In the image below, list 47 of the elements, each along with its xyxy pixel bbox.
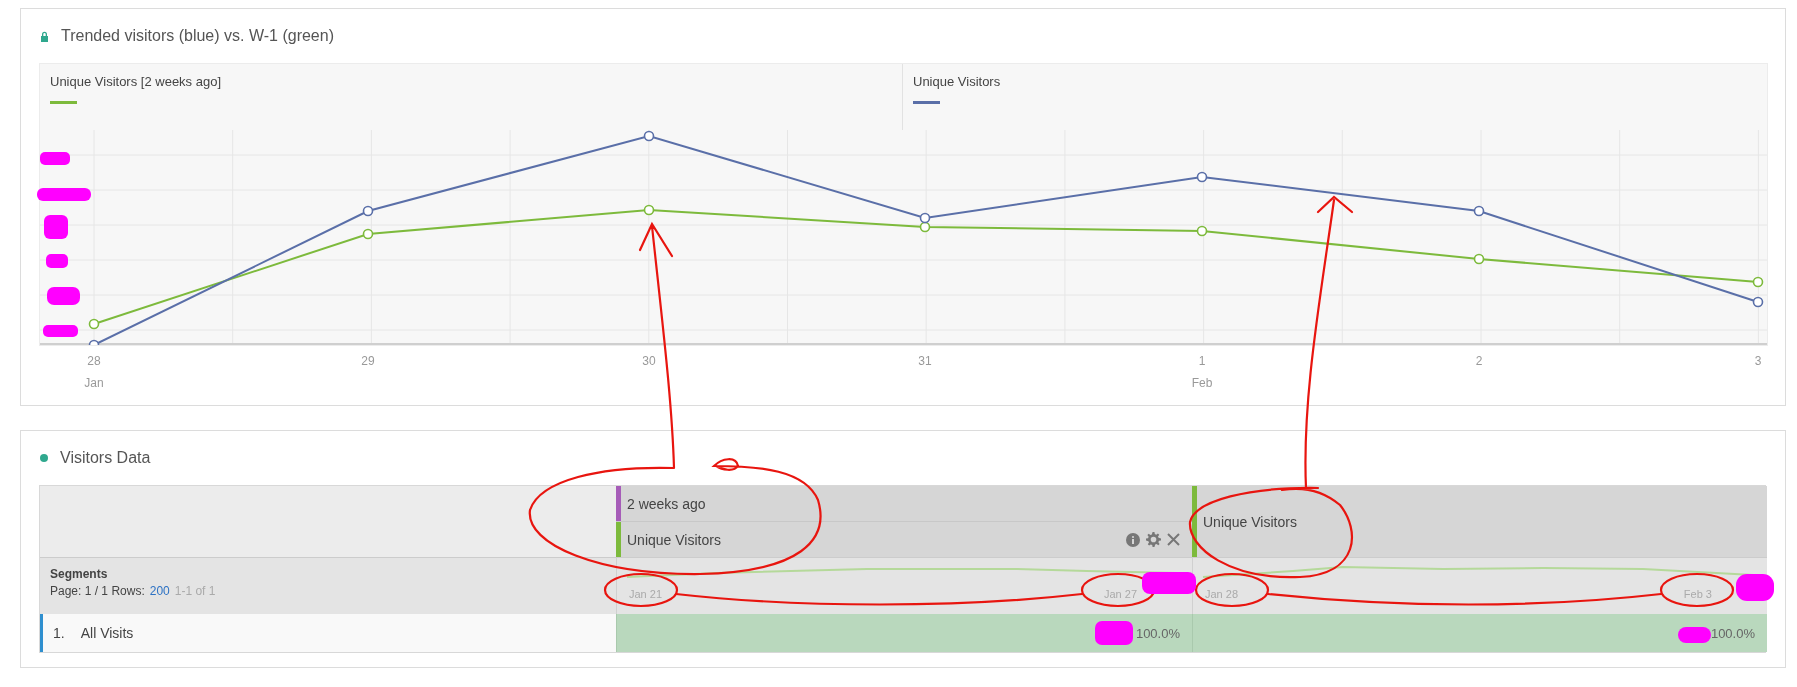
drag-handle[interactable] [1192, 486, 1197, 557]
column-title: Unique Visitors [1203, 513, 1298, 530]
panel-title: Trended visitors (blue) vs. W-1 (green) [61, 27, 334, 45]
date-label: Jan 27 [1103, 588, 1137, 600]
page-info: Page: 1 / 1 Rows: [50, 584, 145, 598]
percent-value: 100.0% [1710, 625, 1755, 641]
date-label: Jan 21 [629, 588, 663, 600]
redaction-mark [43, 325, 78, 337]
settings-icon[interactable] [1146, 532, 1161, 547]
percent-value: 100.0% [1135, 625, 1180, 641]
row-label: All Visits [80, 625, 134, 641]
lock-icon [40, 30, 49, 42]
axis-label: 2 [1475, 354, 1483, 368]
panel-title: Visitors Data [60, 449, 151, 467]
info-icon[interactable] [1126, 532, 1140, 547]
close-icon[interactable] [1167, 533, 1180, 546]
axis-label: 3 [1754, 354, 1762, 368]
redaction-mark [1095, 621, 1133, 645]
redaction-mark [46, 254, 68, 268]
axis-label: Feb [1191, 376, 1213, 390]
range-text: 1-1 of 1 [174, 584, 216, 598]
row-label-cell[interactable]: 1. All Visits [40, 614, 616, 652]
date-label: Feb 3 [1683, 588, 1712, 600]
column-header[interactable]: 2 weeks ago Unique Visitors [616, 486, 1192, 558]
column-title: 2 weeks ago [627, 495, 707, 512]
axis-label: 30 [642, 354, 656, 368]
drag-handle[interactable] [616, 486, 621, 521]
row-index: 1. [53, 625, 65, 641]
legend-label: Unique Visitors [2 weeks ago] [50, 74, 223, 89]
redaction-mark [37, 188, 91, 201]
axis-label: 29 [361, 354, 375, 368]
column-header[interactable]: Unique Visitors [1192, 486, 1767, 558]
column-title: Unique Visitors [627, 531, 722, 548]
drag-handle[interactable] [616, 522, 621, 557]
redaction-mark [47, 287, 80, 305]
legend-label: Unique Visitors [913, 74, 1001, 89]
date-label: Jan 28 [1205, 588, 1239, 600]
redaction-mark [40, 152, 70, 165]
axis-label: 31 [918, 354, 932, 368]
rows-link[interactable]: 200 [149, 584, 170, 598]
redaction-mark [44, 215, 68, 239]
axis-label: 1 [1198, 354, 1206, 368]
axis-label: Jan [84, 376, 104, 390]
segments-title: Segments [50, 567, 109, 581]
dot-icon [40, 454, 48, 462]
redaction-mark [1142, 572, 1196, 594]
axis-label: 28 [87, 354, 101, 368]
